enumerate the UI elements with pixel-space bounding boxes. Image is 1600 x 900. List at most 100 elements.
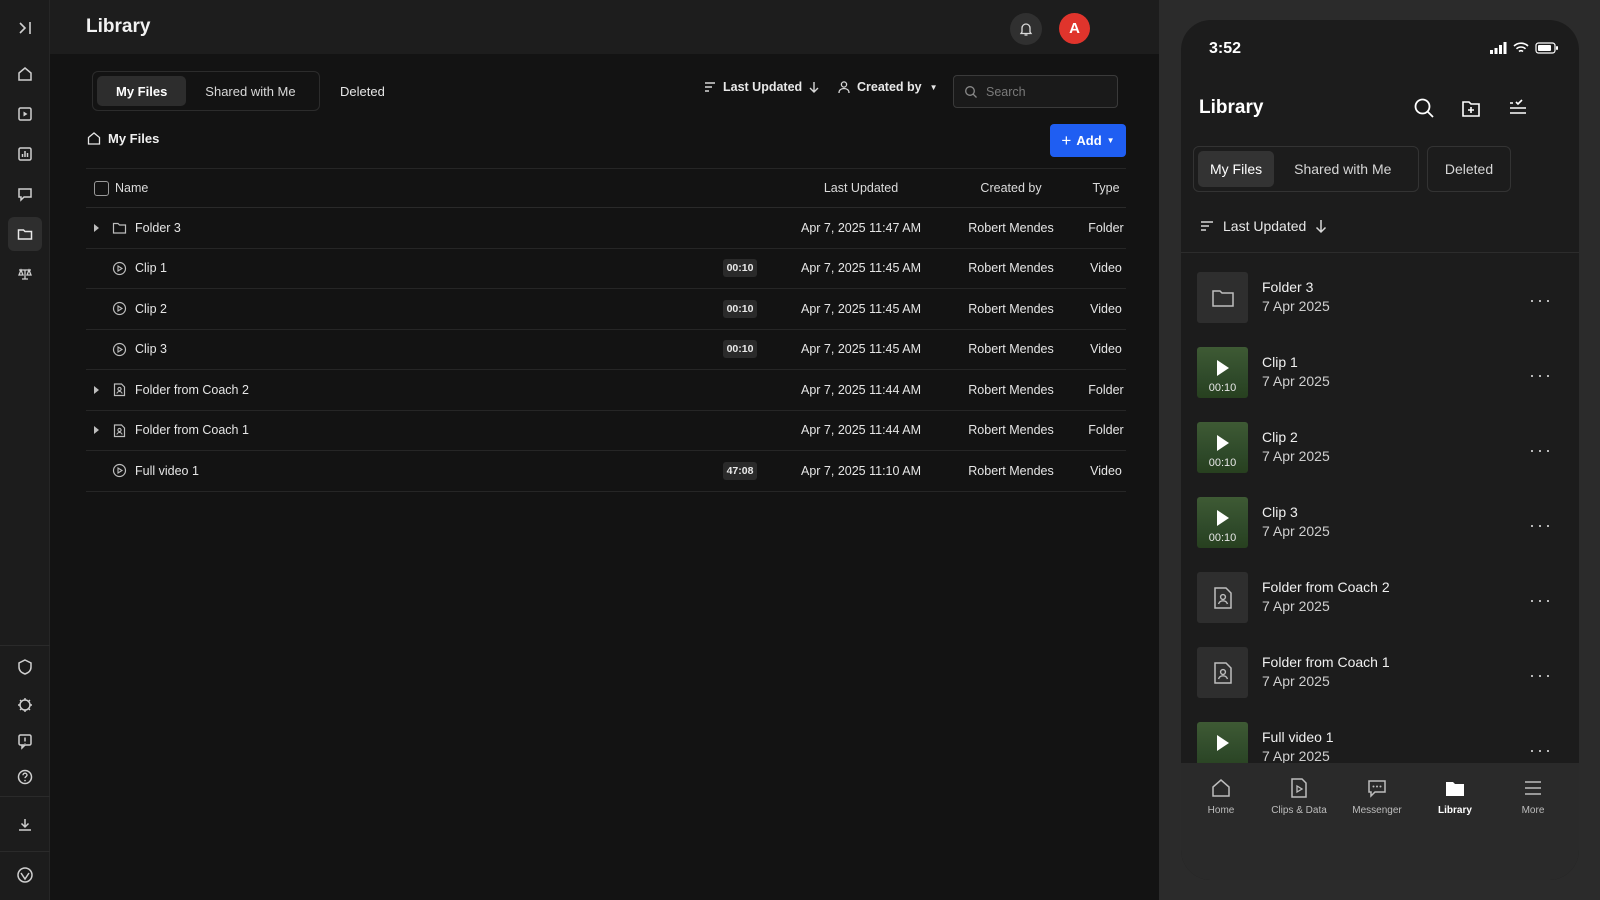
column-name[interactable]: Name <box>115 169 148 207</box>
list-item[interactable]: 00:10 Clip 3 7 Apr 2025 ··· <box>1181 485 1579 561</box>
duration-badge: 47:08 <box>722 461 758 480</box>
more-options-icon[interactable]: ··· <box>1529 665 1553 686</box>
files-table: Name Last Updated Created by Type Folder… <box>86 168 1126 492</box>
user-avatar[interactable]: A <box>1059 13 1090 44</box>
status-icons <box>1489 42 1559 54</box>
nav-label: Home <box>1207 805 1235 816</box>
add-label: Add <box>1076 133 1102 148</box>
breadcrumb[interactable]: My Files <box>86 130 159 146</box>
item-date: 7 Apr 2025 <box>1262 673 1330 689</box>
column-type[interactable]: Type <box>1086 169 1126 207</box>
list-item[interactable]: 00:10 Clip 2 7 Apr 2025 ··· <box>1181 410 1579 486</box>
expand-caret-icon[interactable] <box>94 411 99 451</box>
tab-shared-with-me[interactable]: Shared with Me <box>1274 151 1411 187</box>
created-by: Robert Mendes <box>968 382 1054 397</box>
search-field[interactable] <box>953 75 1118 108</box>
nav-label: Clips & Data <box>1271 805 1327 816</box>
select-icon[interactable] <box>1505 95 1531 121</box>
nav-home[interactable]: Home <box>1182 777 1260 816</box>
file-name[interactable]: Full video 1 <box>135 451 199 491</box>
add-button[interactable]: + Add ▼ <box>1050 124 1126 157</box>
file-type: Video <box>1090 463 1122 478</box>
search-icon[interactable] <box>1411 95 1437 121</box>
file-name[interactable]: Clip 2 <box>135 289 167 329</box>
bottom-nav: Home Clips & Data Messenger Library More <box>1181 763 1579 880</box>
more-options-icon[interactable]: ··· <box>1529 590 1553 611</box>
item-date: 7 Apr 2025 <box>1262 748 1330 764</box>
more-options-icon[interactable]: ··· <box>1529 515 1553 536</box>
plus-icon: + <box>1061 131 1072 150</box>
last-updated: Apr 7, 2025 11:45 AM <box>801 261 921 276</box>
tab-shared-with-me[interactable]: Shared with Me <box>186 76 314 106</box>
file-name[interactable]: Folder from Coach 1 <box>135 411 249 451</box>
home-icon[interactable] <box>8 57 42 91</box>
settings-icon[interactable] <box>8 688 42 722</box>
download-icon[interactable] <box>8 808 42 842</box>
more-options-icon[interactable]: ··· <box>1529 290 1553 311</box>
balance-icon[interactable] <box>8 257 42 291</box>
file-name[interactable]: Clip 3 <box>135 330 167 370</box>
duration-badge: 00:10 <box>722 299 758 318</box>
list-item[interactable]: Folder from Coach 1 7 Apr 2025 ··· <box>1181 635 1579 711</box>
item-date: 7 Apr 2025 <box>1262 448 1330 464</box>
new-folder-icon[interactable] <box>1458 95 1484 121</box>
mobile-library-tabs: My Files Shared with Me <box>1193 146 1419 192</box>
play-circle-icon <box>112 289 127 329</box>
sort-dropdown[interactable]: Last Updated <box>703 80 820 94</box>
nav-label: Messenger <box>1352 805 1402 816</box>
library-icon[interactable] <box>8 217 42 251</box>
created-by-filter[interactable]: Created by ▼ <box>837 80 938 94</box>
list-item[interactable]: 00:10 Clip 1 7 Apr 2025 ··· <box>1181 335 1579 411</box>
file-name[interactable]: Folder 3 <box>135 208 181 248</box>
shield-icon[interactable] <box>8 650 42 684</box>
last-updated: Apr 7, 2025 11:45 AM <box>801 301 921 316</box>
more-options-icon[interactable]: ··· <box>1529 365 1553 386</box>
video-thumbnail: 00:10 <box>1197 422 1248 473</box>
caret-down-icon: ▼ <box>1106 136 1115 145</box>
list-item[interactable]: Folder 3 7 Apr 2025 ··· <box>1181 260 1579 336</box>
table-row[interactable]: Folder 3 Apr 7, 2025 11:47 AM Robert Mende… <box>86 208 1126 249</box>
messenger-icon <box>1366 777 1388 799</box>
help-icon[interactable] <box>8 760 42 794</box>
nav-clips-data[interactable]: Clips & Data <box>1260 777 1338 816</box>
table-body: Folder 3 Apr 7, 2025 11:47 AM Robert Mende… <box>86 208 1126 492</box>
chat-icon[interactable] <box>8 177 42 211</box>
mobile-sort-dropdown[interactable]: Last Updated <box>1199 218 1328 234</box>
list-item[interactable]: Folder from Coach 2 7 Apr 2025 ··· <box>1181 560 1579 636</box>
tab-deleted[interactable]: Deleted <box>324 76 401 106</box>
table-row[interactable]: Folder from Coach 2 Apr 7, 2025 11:44 AM R… <box>86 370 1126 411</box>
table-row[interactable]: Full video 1 47:08 Apr 7, 2025 11:10 AM Rob… <box>86 451 1126 492</box>
tab-my-files[interactable]: My Files <box>97 76 187 106</box>
created-by: Robert Mendes <box>968 301 1054 316</box>
table-row[interactable]: Clip 2 00:10 Apr 7, 2025 11:45 AM Robert Me… <box>86 289 1126 330</box>
nav-library[interactable]: Library <box>1416 777 1494 816</box>
file-name[interactable]: Clip 1 <box>135 249 167 289</box>
item-date: 7 Apr 2025 <box>1262 298 1330 314</box>
duration-badge: 00:10 <box>722 259 758 278</box>
play-circle-icon <box>112 330 127 370</box>
column-last-updated[interactable]: Last Updated <box>786 169 936 207</box>
tab-deleted[interactable]: Deleted <box>1427 146 1511 192</box>
nav-more[interactable]: More <box>1494 777 1572 816</box>
video-icon[interactable] <box>8 97 42 131</box>
expand-caret-icon[interactable] <box>94 208 99 248</box>
select-all-checkbox[interactable] <box>94 169 109 207</box>
more-options-icon[interactable]: ··· <box>1529 440 1553 461</box>
table-row[interactable]: Clip 1 00:10 Apr 7, 2025 11:45 AM Robert Me… <box>86 249 1126 289</box>
sort-label: Last Updated <box>723 80 803 94</box>
table-row[interactable]: Clip 3 00:10 Apr 7, 2025 11:45 AM Robert Me… <box>86 330 1126 370</box>
notifications-bell-icon[interactable] <box>1010 13 1042 45</box>
nav-messenger[interactable]: Messenger <box>1338 777 1416 816</box>
tab-my-files[interactable]: My Files <box>1198 151 1275 187</box>
column-created-by[interactable]: Created by <box>946 169 1076 207</box>
search-input[interactable] <box>986 84 1106 99</box>
table-row[interactable]: Folder from Coach 1 Apr 7, 2025 11:44 AM R… <box>86 411 1126 451</box>
folder-icon <box>1197 272 1248 323</box>
duration-label: 00:10 <box>1208 532 1237 544</box>
stats-icon[interactable] <box>8 137 42 171</box>
expand-sidebar-icon[interactable] <box>8 11 42 45</box>
file-name[interactable]: Folder from Coach 2 <box>135 370 249 410</box>
expand-caret-icon[interactable] <box>94 370 99 410</box>
more-options-icon[interactable]: ··· <box>1529 740 1553 761</box>
feedback-icon[interactable] <box>8 724 42 758</box>
